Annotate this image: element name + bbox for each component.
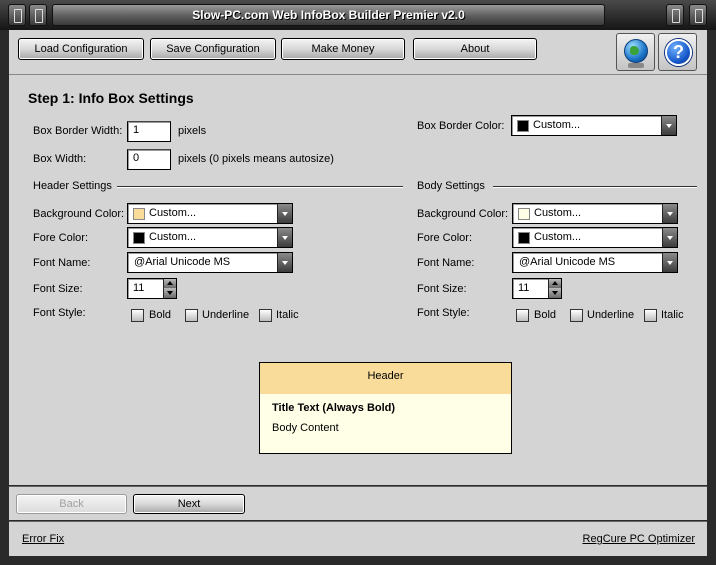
body-underline-label: Underline [587,309,635,321]
color-swatch [133,232,145,244]
save-configuration-button[interactable]: Save Configuration [150,38,276,60]
header-font-name-select[interactable]: @Arial Unicode MS [127,252,293,273]
box-width-label: Box Width: [33,153,87,165]
back-button[interactable]: Back [16,494,127,514]
header-underline-checkbox[interactable] [185,309,198,322]
select-value: Custom... [149,231,197,243]
chevron-down-icon[interactable] [277,228,292,247]
box-width-unit: pixels (0 pixels means autosize) [178,153,334,165]
chevron-down-icon[interactable] [661,116,676,135]
preview-header: Header [260,363,511,394]
pin-icon[interactable] [29,4,47,26]
select-value: Custom... [149,207,197,219]
box-border-width-unit: pixels [178,125,207,137]
load-configuration-button[interactable]: Load Configuration [18,38,144,60]
system-menu-icon[interactable] [8,4,26,26]
error-fix-link[interactable]: Error Fix [22,533,64,545]
box-width-input[interactable]: 0 [127,149,171,170]
preview-body: Body Content [272,422,339,434]
stepper-value: 11 [133,282,145,294]
select-value: Custom... [533,119,581,131]
body-font-name-select[interactable]: @Arial Unicode MS [512,252,678,273]
color-swatch [133,208,145,220]
website-button[interactable] [616,33,655,71]
header-italic-label: Italic [276,309,299,321]
box-border-width-label: Box Border Width: [33,125,123,137]
box-border-color-select[interactable]: Custom... [511,115,677,136]
select-value: @Arial Unicode MS [134,256,231,268]
toolbar: Load Configuration Save Configuration Ma… [9,30,707,74]
close-icon[interactable] [689,4,707,26]
title-bar[interactable]: Slow-PC.com Web InfoBox Builder Premier … [0,0,716,30]
app-window: Slow-PC.com Web InfoBox Builder Premier … [0,0,716,565]
minimize-icon[interactable] [666,4,684,26]
header-bold-checkbox[interactable] [131,309,144,322]
color-swatch [518,232,530,244]
step-title: Step 1: Info Box Settings [28,90,194,106]
chevron-down-icon[interactable] [662,253,677,272]
preview-title: Title Text (Always Bold) [272,402,396,414]
infobox-preview: Header Title Text (Always Bold) Body Con… [259,362,512,454]
header-font-style-label: Font Style: [33,307,86,319]
header-font-name-label: Font Name: [33,257,91,269]
next-button[interactable]: Next [133,494,245,514]
box-border-width-input[interactable]: 1 [127,121,171,142]
help-button[interactable]: ? [658,33,697,71]
globe-icon [624,39,648,63]
stepper-down-icon[interactable] [163,288,176,298]
body-bold-label: Bold [534,309,557,321]
header-settings-label: Header Settings [33,180,112,192]
body-bold-checkbox[interactable] [516,309,529,322]
chevron-down-icon[interactable] [277,204,292,223]
color-swatch [518,208,530,220]
body-font-size-label: Font Size: [417,283,467,295]
body-font-size-stepper[interactable]: 11 [512,278,562,299]
globe-stand [628,63,644,68]
stepper-value: 11 [518,282,530,294]
body-bg-color-label: Background Color: [417,208,509,220]
body-underline-checkbox[interactable] [570,309,583,322]
body-bg-color-select[interactable]: Custom... [512,203,678,224]
body-italic-label: Italic [661,309,684,321]
body-settings-divider [493,186,697,188]
header-font-size-label: Font Size: [33,283,83,295]
help-icon: ? [665,39,692,66]
header-bg-color-select[interactable]: Custom... [127,203,293,224]
stepper-down-icon[interactable] [548,288,561,298]
header-fore-color-label: Fore Color: [33,232,89,244]
chevron-down-icon[interactable] [662,228,677,247]
body-font-style-label: Font Style: [417,307,470,319]
body-fore-color-select[interactable]: Custom... [512,227,678,248]
header-bg-color-label: Background Color: [33,208,125,220]
chevron-down-icon[interactable] [662,204,677,223]
settings-panel: Step 1: Info Box Settings Box Border Wid… [9,74,707,485]
regcure-link[interactable]: RegCure PC Optimizer [583,533,695,545]
color-swatch [517,120,529,132]
footer: Error Fix RegCure PC Optimizer [9,521,707,556]
body-italic-checkbox[interactable] [644,309,657,322]
body-fore-color-label: Fore Color: [417,232,473,244]
header-underline-label: Underline [202,309,250,321]
header-fore-color-select[interactable]: Custom... [127,227,293,248]
select-value: @Arial Unicode MS [519,256,616,268]
header-italic-checkbox[interactable] [259,309,272,322]
header-settings-divider [117,186,403,188]
window-title: Slow-PC.com Web InfoBox Builder Premier … [52,4,605,26]
box-border-color-label: Box Border Color: [417,120,505,132]
select-value: Custom... [534,231,582,243]
body-settings-label: Body Settings [417,180,485,192]
chevron-down-icon[interactable] [277,253,292,272]
body-font-name-label: Font Name: [417,257,475,269]
header-font-size-stepper[interactable]: 11 [127,278,177,299]
make-money-button[interactable]: Make Money [281,38,405,60]
select-value: Custom... [534,207,582,219]
wizard-nav: Back Next [9,486,707,520]
about-button[interactable]: About [413,38,537,60]
header-bold-label: Bold [149,309,172,321]
